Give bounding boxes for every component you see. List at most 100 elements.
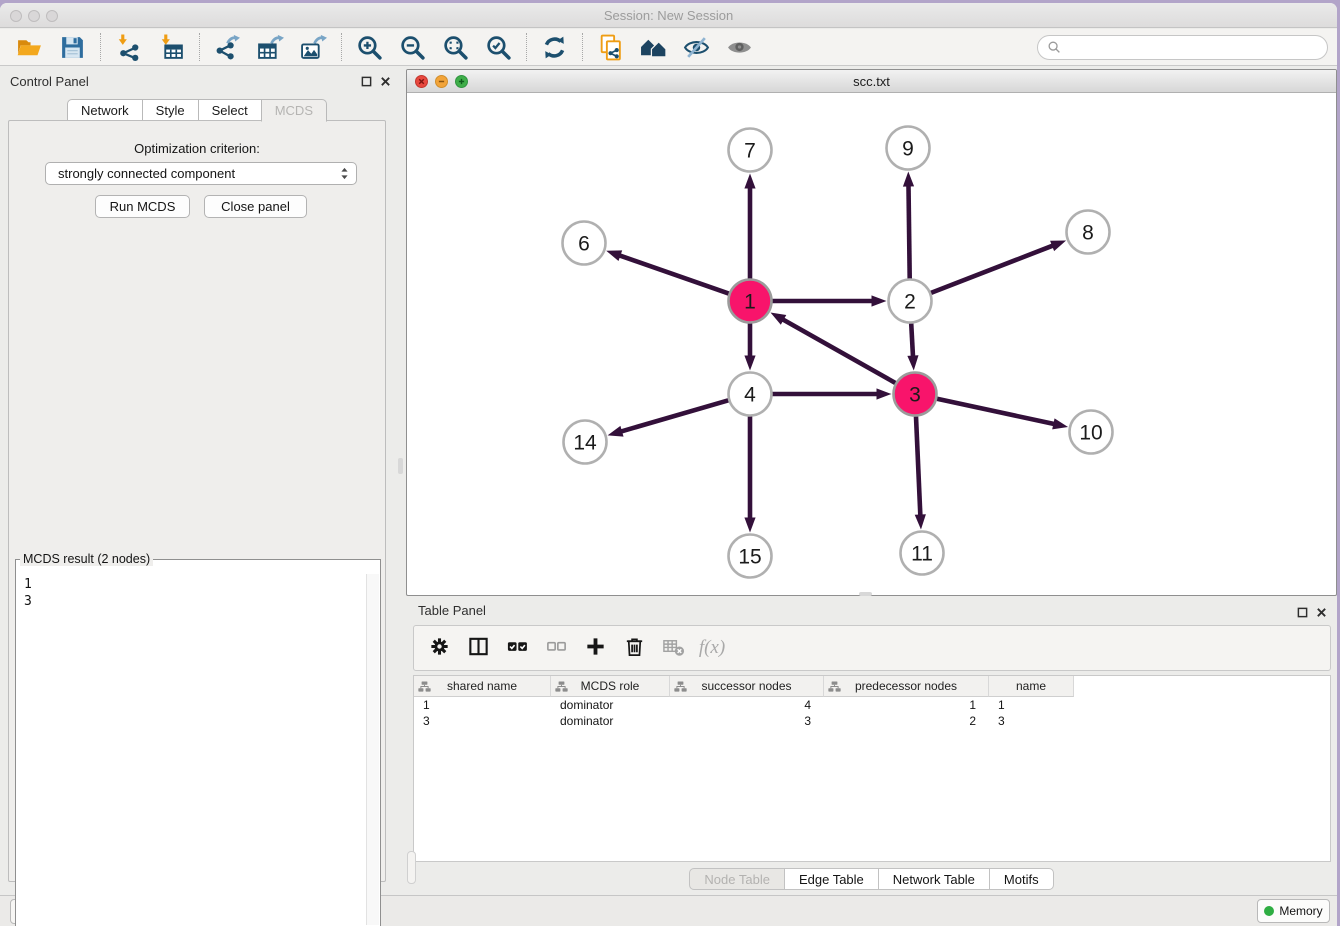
graph-node-1[interactable]: 1 — [729, 280, 772, 323]
graph-node-10[interactable]: 10 — [1070, 411, 1113, 454]
table-cell[interactable]: 4 — [670, 697, 824, 713]
toggle-column-button[interactable] — [465, 635, 491, 661]
control-panel: Control Panel NetworkStyleSelectMCDS Opt… — [0, 66, 400, 895]
table-cell[interactable]: 1 — [414, 697, 551, 713]
close-panel-icon[interactable] — [1313, 604, 1329, 620]
tab-node-table[interactable]: Node Table — [689, 868, 785, 890]
optimization-criterion-select[interactable]: strongly connected component — [45, 162, 357, 185]
close-panel-button[interactable]: Close panel — [204, 195, 307, 218]
eye-button[interactable] — [718, 31, 761, 64]
export-table-button[interactable] — [249, 31, 292, 64]
optimization-criterion-label: Optimization criterion: — [9, 141, 385, 156]
houses-button[interactable] — [632, 31, 675, 64]
graph-edge-4-14[interactable] — [620, 400, 728, 432]
zoom-out-button[interactable] — [391, 31, 434, 64]
graph-edge-1-6[interactable] — [618, 255, 728, 294]
eye-slash-button[interactable] — [675, 31, 718, 64]
graph-edge-2-3[interactable] — [911, 323, 913, 357]
table-cell[interactable]: 3 — [414, 713, 551, 729]
delete-row-button[interactable] — [621, 635, 647, 661]
mcds-result-text[interactable]: 1 3 — [18, 574, 364, 924]
select-all-rows-icon — [506, 635, 529, 661]
column-label: successor nodes — [701, 679, 791, 693]
graph-node-3[interactable]: 3 — [894, 373, 937, 416]
float-panel-icon[interactable] — [1294, 604, 1310, 620]
graph-edge-arrow — [915, 514, 926, 529]
toolbar-separator — [341, 33, 342, 61]
tab-network-table[interactable]: Network Table — [878, 868, 990, 890]
result-scrollbar[interactable] — [366, 574, 379, 925]
memory-button[interactable]: Memory — [1257, 899, 1330, 923]
table-cell[interactable]: dominator — [551, 697, 670, 713]
graph-edge-2-9[interactable] — [908, 184, 909, 278]
graph-edge-3-1[interactable] — [782, 319, 896, 383]
column-header-shared-name[interactable]: shared name — [414, 676, 551, 697]
table-cell[interactable]: 1 — [824, 697, 989, 713]
graph-node-8[interactable]: 8 — [1067, 211, 1110, 254]
table-cell[interactable]: dominator — [551, 713, 670, 729]
save-session-button[interactable] — [51, 31, 94, 64]
graph-edge-arrow — [606, 250, 622, 261]
settings-gear-button[interactable] — [426, 635, 452, 661]
import-table-button[interactable] — [150, 31, 193, 64]
tab-style[interactable]: Style — [142, 99, 199, 121]
graph-edge-3-10[interactable] — [937, 399, 1055, 425]
graph-edge-arrow — [744, 174, 755, 189]
graph-node-11[interactable]: 11 — [901, 532, 944, 575]
zoom-in-button[interactable] — [348, 31, 391, 64]
graph-node-14[interactable]: 14 — [564, 421, 607, 464]
search-input[interactable] — [1067, 38, 1327, 58]
network-canvas[interactable]: 7 9 6 8 1 2 4 3 14 10 15 11 — [407, 93, 1336, 596]
import-network-icon — [115, 34, 142, 61]
control-panel-tabs: NetworkStyleSelectMCDS — [0, 99, 394, 122]
float-panel-icon[interactable] — [358, 73, 374, 89]
column-header-predecessor-nodes[interactable]: predecessor nodes — [824, 676, 989, 697]
memory-status-icon — [1264, 906, 1274, 916]
export-network-button[interactable] — [206, 31, 249, 64]
apply-layout-button[interactable] — [533, 31, 576, 64]
search-icon — [1047, 40, 1062, 55]
open-file-button[interactable] — [8, 31, 51, 64]
open-file-icon — [16, 34, 43, 61]
splitter-handle[interactable] — [398, 458, 403, 474]
add-row-button[interactable] — [582, 635, 608, 661]
zoom-fit-button[interactable] — [434, 31, 477, 64]
graph-node-2[interactable]: 2 — [889, 280, 932, 323]
table-cell[interactable]: 3 — [670, 713, 824, 729]
table-cell[interactable]: 1 — [989, 697, 1074, 713]
tab-mcds[interactable]: MCDS — [261, 99, 327, 122]
table-row[interactable]: 3dominator323 — [414, 713, 1330, 729]
clone-network-button[interactable] — [589, 31, 632, 64]
close-panel-icon[interactable] — [377, 73, 393, 89]
select-all-rows-button[interactable] — [504, 635, 530, 661]
column-header-MCDS-role[interactable]: MCDS role — [551, 676, 670, 697]
graph-node-4[interactable]: 4 — [729, 373, 772, 416]
tab-network[interactable]: Network — [67, 99, 143, 121]
tab-select[interactable]: Select — [198, 99, 262, 121]
column-header-successor-nodes[interactable]: successor nodes — [670, 676, 824, 697]
table-row[interactable]: 1dominator411 — [414, 697, 1330, 713]
deselect-all-rows-button[interactable] — [543, 635, 569, 661]
search-box[interactable] — [1037, 35, 1328, 60]
graph-edge-3-11[interactable] — [916, 416, 920, 516]
export-image-button[interactable] — [292, 31, 335, 64]
table-panel-title: Table Panel — [418, 603, 486, 618]
selected-option: strongly connected component — [58, 166, 339, 181]
tab-motifs[interactable]: Motifs — [989, 868, 1054, 890]
zoom-selected-button[interactable] — [477, 31, 520, 64]
network-window-titlebar[interactable]: scc.txt — [407, 70, 1336, 93]
graph-node-6[interactable]: 6 — [563, 222, 606, 265]
column-header-name[interactable]: name — [989, 676, 1074, 697]
window-titlebar[interactable]: Session: New Session — [0, 3, 1337, 28]
graph-node-9[interactable]: 9 — [887, 127, 930, 170]
add-row-icon — [584, 635, 607, 661]
graph-node-15[interactable]: 15 — [729, 535, 772, 578]
tab-edge-table[interactable]: Edge Table — [784, 868, 879, 890]
table-cell[interactable]: 2 — [824, 713, 989, 729]
graph-node-7[interactable]: 7 — [729, 129, 772, 172]
run-mcds-button[interactable]: Run MCDS — [95, 195, 190, 218]
splitter-handle[interactable] — [859, 592, 872, 596]
import-network-button[interactable] — [107, 31, 150, 64]
graph-edge-2-8[interactable] — [931, 245, 1054, 293]
table-cell[interactable]: 3 — [989, 713, 1074, 729]
